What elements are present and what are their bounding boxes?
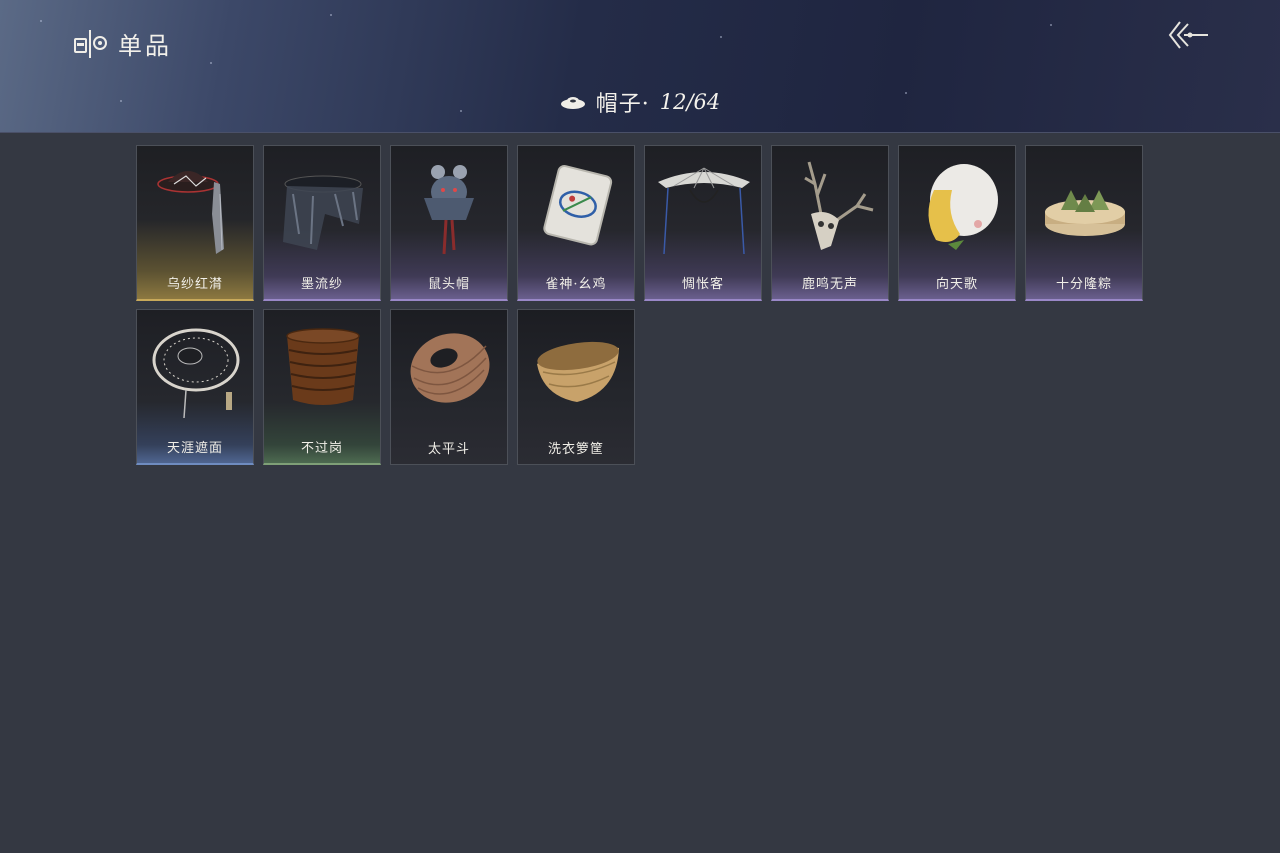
black-gauze-hat-image [157,171,224,254]
item-card[interactable]: 不过岗 [263,309,381,465]
item-card[interactable]: 洗衣箩筐 [517,309,635,465]
laundry-basket-hat-image [537,341,619,402]
item-name: 向天歌 [935,277,978,292]
woven-bamboo-hat-image [410,333,490,403]
back-arrow-icon[interactable] [1166,18,1210,52]
ink-gauze-hat-image [283,175,363,250]
category-label: 帽子· [595,92,650,117]
item-card[interactable]: 天涯遮面 [136,309,254,465]
item-card[interactable]: 鼠头帽 [390,145,508,301]
item-name: 十分隆粽 [1055,277,1112,292]
item-name: 天涯遮面 [166,441,223,456]
bamboo-veil-hat-image [658,167,750,255]
mahjong-tile-hat-image [543,164,613,246]
page-title: 单品 [118,32,172,60]
wardrobe-icon [74,29,107,58]
item-name: 雀神·幺鸡 [545,277,607,292]
item-card[interactable]: 墨流纱 [263,145,381,301]
item-name: 惆怅客 [681,277,724,292]
stacked-bowls-hat-image [286,328,360,405]
rat-head-hat-image [424,165,474,255]
item-card[interactable]: 鹿鸣无声 [771,145,889,301]
item-card[interactable]: 十分隆粽 [1025,145,1143,301]
hat-icon [560,97,585,109]
zongzi-steamer-hat-image [1045,190,1125,236]
item-card[interactable]: 太平斗 [390,309,508,465]
item-card[interactable]: 雀神·幺鸡 [517,145,635,301]
item-name: 不过岗 [300,441,343,456]
item-name: 鼠头帽 [427,277,470,292]
wire-veil-hat-image [152,328,240,419]
item-name: 乌纱红潸 [166,277,223,292]
item-card[interactable]: 惆怅客 [644,145,762,301]
category-heading: 帽子· 12/64 [0,86,1280,118]
category-count: 12/64 [659,90,721,114]
page-header: 单品 [74,26,172,61]
item-card[interactable]: 乌纱红潸 [136,145,254,301]
item-name: 洗衣箩筐 [547,442,604,457]
item-name: 墨流纱 [300,277,343,292]
item-name: 鹿鸣无声 [801,277,858,292]
item-grid: 乌纱红潸 墨流纱 鼠头帽 雀神·幺鸡 惆怅客 鹿鸣无声 向天歌 十分隆粽 天涯遮… [136,145,1143,465]
item-card[interactable]: 向天歌 [898,145,1016,301]
item-name: 太平斗 [427,442,470,457]
deer-skull-hat-image [804,161,874,250]
goose-head-hat-image [928,164,998,250]
